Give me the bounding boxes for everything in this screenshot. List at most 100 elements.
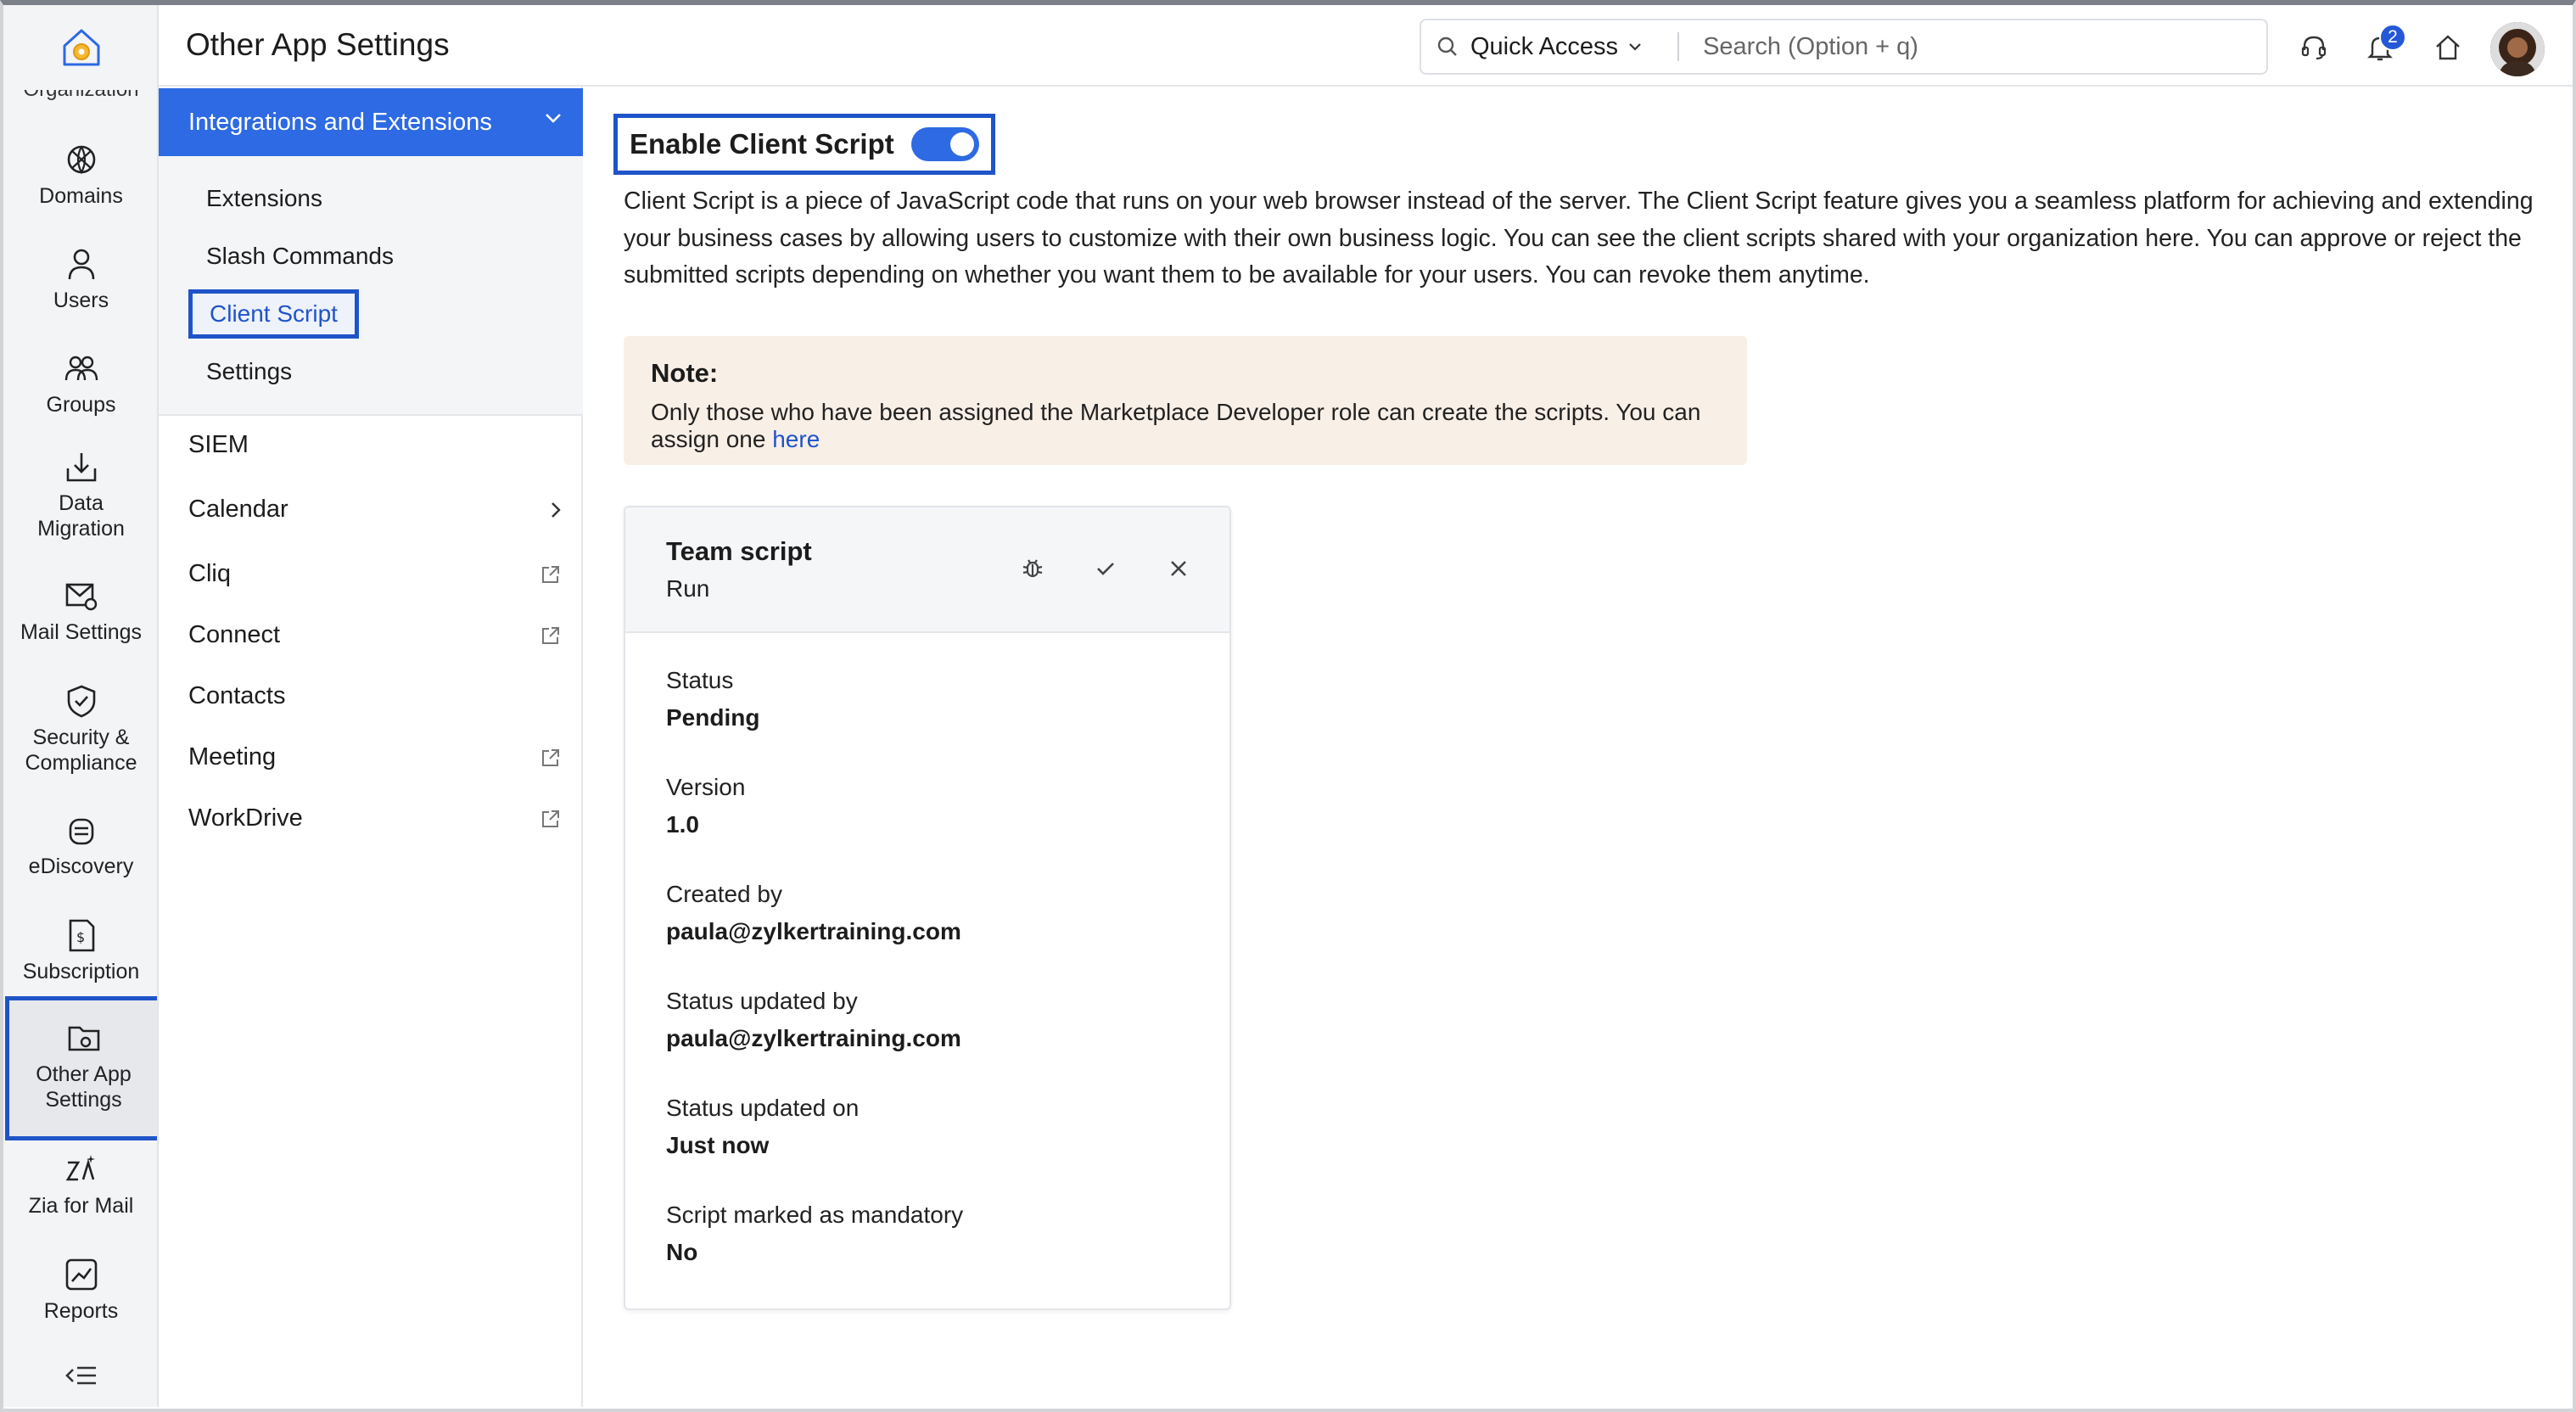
nav-item-label: SIEM <box>188 431 249 458</box>
rail-item-label: Domains <box>39 184 123 208</box>
rail-item-ediscovery[interactable]: eDiscovery <box>3 811 157 879</box>
rail-item-reports[interactable]: Reports <box>3 1256 157 1324</box>
subnav-item-extensions[interactable]: Extensions <box>206 185 322 212</box>
rail-item-label: Data Migration <box>37 491 125 541</box>
subnav-item-calendar[interactable]: Calendar <box>188 496 562 524</box>
nav-item-label: WorkDrive <box>188 804 303 832</box>
enable-client-script-toggle[interactable] <box>910 127 979 161</box>
top-header: Other App Settings Quick Access 2 <box>159 5 2573 87</box>
user-icon <box>68 249 94 280</box>
chevron-down-icon <box>1629 43 1641 51</box>
field-label: Script marked as mandatory <box>666 1202 964 1228</box>
script-title: Team script <box>666 536 812 566</box>
enable-client-script-row: Enable Client Script <box>613 114 995 175</box>
rail-item-subscription[interactable]: $ Subscription <box>3 916 157 984</box>
mail-settings-icon <box>65 583 97 611</box>
shield-icon <box>67 685 95 718</box>
user-avatar[interactable] <box>2490 22 2545 76</box>
rail-item-label: Security & Compliance <box>25 726 137 775</box>
nav-item-label: Connect <box>188 621 281 648</box>
notification-count-badge: 2 <box>2379 24 2406 51</box>
rail-item-groups[interactable]: Groups <box>3 350 157 417</box>
check-icon <box>1097 563 1114 575</box>
collapse-rail-button[interactable] <box>3 1363 157 1388</box>
script-card: Team script Run Status Pending Version 1… <box>624 506 1231 1310</box>
field-status-updated-by: Status updated by paula@zylkertraining.c… <box>666 988 961 1052</box>
subscription-icon: $ <box>69 919 94 952</box>
field-created-by: Created by paula@zylkertraining.com <box>666 881 961 945</box>
groups-icon <box>64 356 98 381</box>
rail-item-label: eDiscovery <box>28 854 134 878</box>
rail-item-label: Users <box>53 289 109 312</box>
search-divider <box>1677 32 1680 61</box>
nav-item-label: Calendar <box>188 496 288 523</box>
field-value: Just now <box>666 1132 770 1158</box>
note-title: Note: <box>651 358 719 388</box>
subnav-item-siem[interactable]: SIEM <box>188 431 562 459</box>
subnav-item-connect[interactable]: Connect <box>188 621 562 649</box>
integrations-extensions-section[interactable]: Integrations and Extensions <box>159 88 583 156</box>
reject-script-button[interactable] <box>1162 552 1196 586</box>
app-settings-icon <box>68 1026 99 1051</box>
field-label: Status updated by <box>666 988 858 1014</box>
rail-item-zia-for-mail[interactable]: Zia for Mail <box>3 1151 157 1219</box>
subnav-item-workdrive[interactable]: WorkDrive <box>188 804 562 832</box>
search-input[interactable] <box>1703 32 2247 61</box>
approve-script-button[interactable] <box>1089 552 1123 586</box>
debug-script-button[interactable] <box>1016 552 1050 586</box>
close-icon <box>1171 561 1186 576</box>
rail-item-security-compliance[interactable]: Security & Compliance <box>3 682 157 776</box>
note-box: Note: Only those who have been assigned … <box>624 336 1747 465</box>
toggle-knob <box>949 132 974 156</box>
globe-icon <box>67 145 95 175</box>
home-button[interactable] <box>2431 31 2465 64</box>
script-card-header: Team script Run <box>625 507 1229 633</box>
house-gear-logo-icon <box>63 29 99 66</box>
admin-console-logo[interactable] <box>3 5 157 90</box>
external-link-icon <box>542 748 559 766</box>
subnav-item-settings[interactable]: Settings <box>206 358 292 385</box>
rail-item-label: Groups <box>46 393 116 417</box>
collapse-menu-icon <box>64 1366 96 1385</box>
rail-item-data-migration[interactable]: Data Migration <box>3 448 157 541</box>
rail-item-label: Mail Settings <box>20 620 143 644</box>
search-bar: Quick Access <box>1420 19 2268 75</box>
field-status-updated-on: Status updated on Just now <box>666 1095 859 1159</box>
enable-client-script-label: Enable Client Script <box>630 128 894 160</box>
nav-item-label: Cliq <box>188 560 231 587</box>
field-status: Status Pending <box>666 667 759 731</box>
rail-item-mail-settings[interactable]: Mail Settings <box>3 577 157 645</box>
subnav-item-slash-commands[interactable]: Slash Commands <box>206 243 394 270</box>
field-value: paula@zylkertraining.com <box>666 1025 961 1051</box>
subnav-item-cliq[interactable]: Cliq <box>188 560 562 588</box>
note-text: Only those who have been assigned the Ma… <box>651 399 1720 453</box>
field-value: No <box>666 1239 698 1265</box>
rail-item-users[interactable]: Users <box>3 245 157 313</box>
quick-access-dropdown[interactable]: Quick Access <box>1421 20 1654 73</box>
assign-role-link[interactable]: here <box>772 426 820 452</box>
reports-icon <box>65 1258 97 1291</box>
subnav-item-client-script[interactable]: Client Script <box>188 289 359 339</box>
rail-item-label: Other App Settings <box>36 1062 132 1112</box>
chevron-down-icon <box>546 114 561 123</box>
subnav-item-meeting[interactable]: Meeting <box>188 743 562 771</box>
client-script-description: Client Script is a piece of JavaScript c… <box>624 188 2534 289</box>
rail-item-label: Subscription <box>22 960 140 983</box>
zia-icon <box>65 1155 95 1181</box>
field-value: 1.0 <box>666 811 699 838</box>
headset-icon <box>2301 36 2327 60</box>
rail-item-domains[interactable]: Domains <box>3 141 157 209</box>
avatar-portrait-icon <box>2490 22 2545 76</box>
ediscovery-icon <box>69 818 93 845</box>
integrations-group: Extensions Slash Commands Client Script … <box>159 156 583 416</box>
subnav-item-contacts[interactable]: Contacts <box>188 682 562 710</box>
bug-icon <box>1022 559 1043 578</box>
rail-item-other-app-settings[interactable]: Other App Settings <box>5 996 157 1140</box>
rail-item-label: Zia for Mail <box>28 1194 134 1218</box>
field-label: Version <box>666 774 746 800</box>
rail-item-label: Reports <box>43 1299 119 1323</box>
settings-subnav: Integrations and Extensions Extensions S… <box>159 87 583 1407</box>
external-link-icon <box>542 810 559 827</box>
search-icon <box>1437 36 1457 56</box>
support-button[interactable] <box>2297 31 2331 64</box>
